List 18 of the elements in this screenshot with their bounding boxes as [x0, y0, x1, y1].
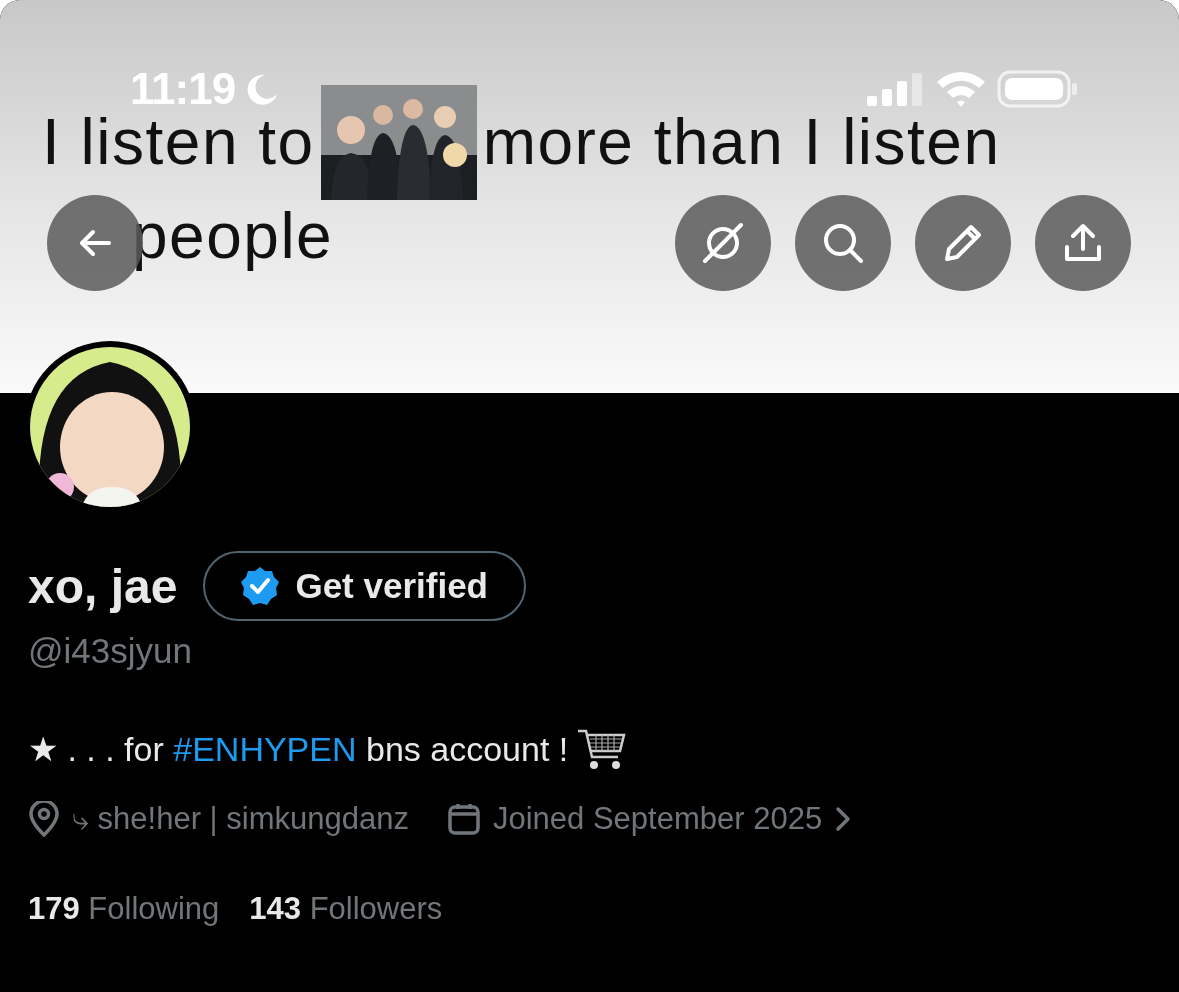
chevron-right-icon[interactable]	[834, 805, 853, 833]
get-verified-button[interactable]: Get verified	[203, 551, 526, 621]
location-text: ⤷ she!her | simkungdanz	[72, 801, 409, 837]
wifi-icon	[935, 70, 987, 108]
calendar-icon	[446, 802, 481, 836]
battery-icon	[997, 69, 1079, 109]
banner-text: I listen to	[42, 105, 315, 179]
follow-count-link[interactable]: 143 Followers	[249, 891, 443, 927]
verified-badge-icon	[239, 565, 282, 607]
profile-handle: @i43sjyun	[28, 631, 193, 671]
hashtag-link[interactable]: #ENHYPEN	[173, 730, 357, 768]
signal-icon	[867, 70, 925, 108]
bio-text: ★ . . . for #ENHYPEN bns account !	[28, 729, 569, 769]
follow-count-link[interactable]: 179 Following	[28, 891, 220, 927]
profile-name: xo, jae	[28, 558, 178, 614]
location-pin-icon	[28, 801, 60, 837]
joined-date: Joined September 2025	[492, 801, 823, 837]
banner-text: more than I listen	[482, 105, 1001, 179]
